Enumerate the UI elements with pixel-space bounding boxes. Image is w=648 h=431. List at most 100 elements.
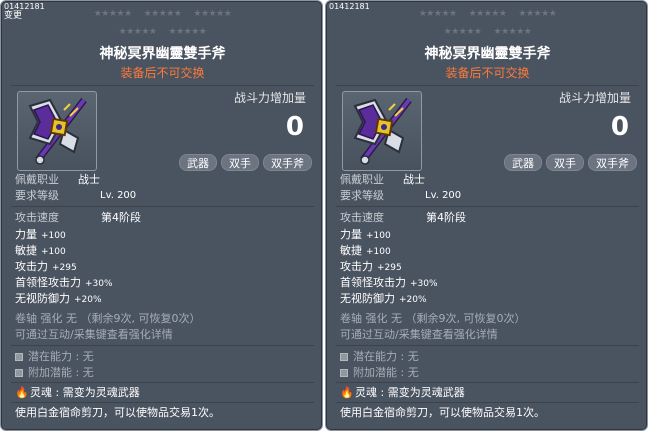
stat-row: 攻击力 +295 [15, 259, 77, 276]
enhance-detail-line: 可通过互动/采集键查看强化详情 [15, 328, 173, 341]
divider [336, 402, 639, 403]
tag-weapon: 武器 [504, 154, 542, 171]
potential-row: 潜在能力 : 无 [340, 349, 419, 365]
stat-value: +20% [74, 295, 102, 305]
stat-label: 力量 [340, 228, 362, 241]
tag-two-handed: 双手 [221, 154, 259, 171]
stat-row: 力量 +100 [340, 227, 391, 244]
stat-label: 首领怪攻击力 [15, 276, 81, 289]
attack-speed-value: 第4阶段 [101, 211, 141, 224]
stat-value: +30% [410, 279, 438, 289]
potential-value: 无 [407, 350, 419, 363]
trade-restriction-note: 装备后不可交换 [445, 66, 530, 80]
star-group: ★★★★★ [193, 9, 232, 19]
bonus-potential-value: 无 [407, 366, 419, 379]
divider [11, 382, 314, 383]
soul-row: 🔥灵魂 : 需变为灵魂武器 [340, 386, 465, 399]
attack-speed-row: 攻击速度 第4阶段 [340, 210, 466, 226]
stat-row: 敏捷 +100 [340, 243, 391, 260]
stat-row: 无视防御力 +20% [15, 291, 102, 308]
stat-row: 首领怪攻击力 +30% [15, 275, 113, 292]
star-group: ★★★★★ [493, 27, 532, 37]
stat-row: 攻击力 +295 [340, 259, 402, 276]
potential-grade-icon [15, 353, 23, 361]
stat-row: 首领怪攻击力 +30% [340, 275, 438, 292]
level-value: Lv. 200 [100, 190, 137, 201]
attack-speed-row: 攻击速度 第4阶段 [15, 210, 141, 226]
job-value: 战士 [403, 173, 425, 186]
bonus-potential-label: 附加潜能 [28, 366, 72, 379]
level-row: 要求等级 Lv. 200 [340, 188, 461, 204]
stat-label: 无视防御力 [15, 292, 70, 305]
two-handed-axe-icon [353, 97, 412, 165]
tag-two-handed-axe: 双手斧 [263, 154, 312, 171]
stat-value: +20% [399, 295, 427, 305]
stat-value: +295 [52, 263, 77, 273]
bonus-potential-label: 附加潜能 [353, 366, 397, 379]
attack-speed-value: 第4阶段 [426, 211, 466, 224]
bonus-potential-row: 附加潜能 : 无 [15, 365, 94, 381]
stat-label: 敏捷 [340, 244, 362, 257]
divider [336, 382, 639, 383]
soul-label: 灵魂 [30, 386, 52, 399]
item-icon-frame [17, 91, 97, 171]
bonus-potential-row: 附加潜能 : 无 [340, 365, 419, 381]
combat-power-value: 0 [285, 112, 304, 142]
item-icon-frame [342, 91, 422, 171]
tag-two-handed: 双手 [546, 154, 584, 171]
soul-label: 灵魂 [355, 386, 377, 399]
star-force-row-2: ★★★★★ ★★★★★ [1, 26, 322, 38]
star-group: ★★★★★ [93, 9, 132, 19]
level-label: 要求等级 [15, 189, 59, 202]
stat-row: 无视防御力 +20% [340, 291, 427, 308]
star-force-row-2: ★★★★★ ★★★★★ [326, 26, 647, 38]
scroll-upgrade-line: 卷轴 强化 无 （剩余9次, 可恢复0次） [340, 312, 526, 325]
stat-value: +100 [366, 231, 391, 241]
item-type-tags: 武器 双手 双手斧 [504, 154, 637, 171]
stat-row: 敏捷 +100 [15, 243, 66, 260]
job-row: 佩戴职业 战士 [340, 172, 425, 188]
item-name: 神秘冥界幽靈雙手斧 [424, 46, 551, 62]
footer-note: 使用白金宿命剪刀，可以使物品交易1次。 [340, 406, 545, 419]
star-force-row-1: ★★★★★ ★★★★★ ★★★★★ [326, 8, 647, 20]
item-type-tags: 武器 双手 双手斧 [179, 154, 312, 171]
stat-label: 攻击力 [15, 260, 48, 273]
star-group: ★★★★★ [468, 9, 507, 19]
star-group: ★★★★★ [518, 9, 557, 19]
scroll-upgrade-line: 卷轴 强化 无 （剩余9次, 可恢复0次） [15, 312, 201, 325]
divider [336, 206, 639, 207]
potential-label: 潜在能力 [28, 350, 72, 363]
divider [336, 345, 639, 346]
item-tooltip-right: 01412181 ★★★★★ ★★★★★ ★★★★★ ★★★★★ ★★★★★ 神秘冥界… [325, 0, 648, 431]
divider [11, 85, 314, 86]
attack-speed-label: 攻击速度 [15, 211, 59, 224]
bonus-potential-grade-icon [15, 369, 23, 377]
stat-label: 首领怪攻击力 [340, 276, 406, 289]
star-group: ★★★★★ [418, 9, 457, 19]
potential-row: 潜在能力 : 无 [15, 349, 94, 365]
footer-note: 使用白金宿命剪刀，可以使物品交易1次。 [15, 406, 220, 419]
item-tooltip-left: 01412181 变更 ★★★★★ ★★★★★ ★★★★★ ★★★★★ ★★★★★ 神… [0, 0, 323, 431]
divider [336, 85, 639, 86]
level-row: 要求等级 Lv. 200 [15, 188, 136, 204]
stat-label: 敏捷 [15, 244, 37, 257]
stat-value: +100 [41, 247, 66, 257]
divider [11, 206, 314, 207]
star-group: ★★★★★ [443, 27, 482, 37]
trade-restriction-note: 装备后不可交换 [120, 66, 205, 80]
star-group: ★★★★★ [143, 9, 182, 19]
stat-label: 无视防御力 [340, 292, 395, 305]
job-label: 佩戴职业 [15, 173, 59, 186]
star-group: ★★★★★ [118, 27, 157, 37]
two-handed-axe-icon [28, 97, 87, 165]
stat-value: +30% [85, 279, 113, 289]
potential-label: 潜在能力 [353, 350, 397, 363]
enhance-detail-line: 可通过互动/采集键查看强化详情 [340, 328, 498, 341]
divider [11, 345, 314, 346]
combat-power-label: 战斗力增加量 [558, 91, 631, 105]
star-force-row-1: ★★★★★ ★★★★★ ★★★★★ [1, 8, 322, 20]
attack-speed-label: 攻击速度 [340, 211, 384, 224]
stat-value: +100 [41, 231, 66, 241]
stat-label: 攻击力 [340, 260, 373, 273]
star-group: ★★★★★ [168, 27, 207, 37]
